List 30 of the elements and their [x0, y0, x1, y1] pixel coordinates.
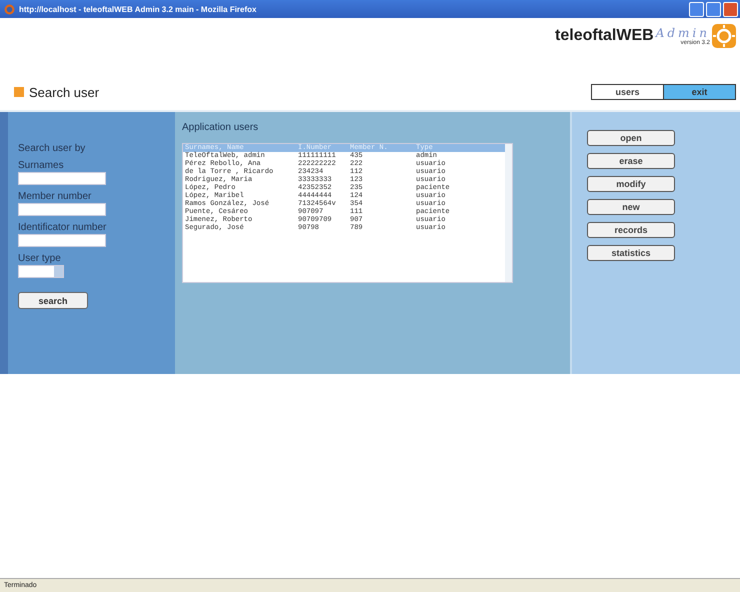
field-label: Surnames	[18, 160, 65, 171]
field-label: Identificator number	[18, 222, 108, 233]
select-field[interactable]	[18, 265, 64, 278]
minimize-button[interactable]	[689, 2, 704, 16]
scrollbar[interactable]	[505, 144, 512, 282]
window-title: http://localhost - teleoftalWEB Admin 3.2 main - Mozilla Firefox	[19, 4, 258, 14]
close-button[interactable]	[723, 2, 738, 16]
field-label: User type	[18, 253, 62, 264]
logo-script: Admin	[656, 26, 710, 40]
users-listbox[interactable]	[182, 143, 513, 283]
search-button[interactable]: search	[18, 292, 88, 309]
input-field[interactable]	[18, 234, 106, 247]
action-button[interactable]: statistics	[587, 245, 675, 261]
sun-icon	[712, 24, 736, 48]
action-button[interactable]: new	[587, 199, 675, 215]
logo-name: teleoftalWEB	[555, 27, 654, 45]
panel-heading: Application users	[182, 122, 260, 133]
panel-heading: Search user by	[18, 143, 86, 154]
action-button[interactable]: open	[587, 130, 675, 146]
action-button[interactable]: records	[587, 222, 675, 238]
square-bullet-icon	[14, 87, 24, 97]
maximize-button[interactable]	[706, 2, 721, 16]
input-field[interactable]	[18, 203, 106, 216]
action-button[interactable]: modify	[587, 176, 675, 192]
field-label: Member number	[18, 191, 92, 202]
input-field[interactable]	[18, 172, 106, 185]
nav-tab[interactable]: exit	[664, 85, 735, 99]
action-button[interactable]: erase	[587, 153, 675, 169]
page-title: Search user	[29, 84, 100, 100]
browser-icon	[4, 4, 15, 14]
